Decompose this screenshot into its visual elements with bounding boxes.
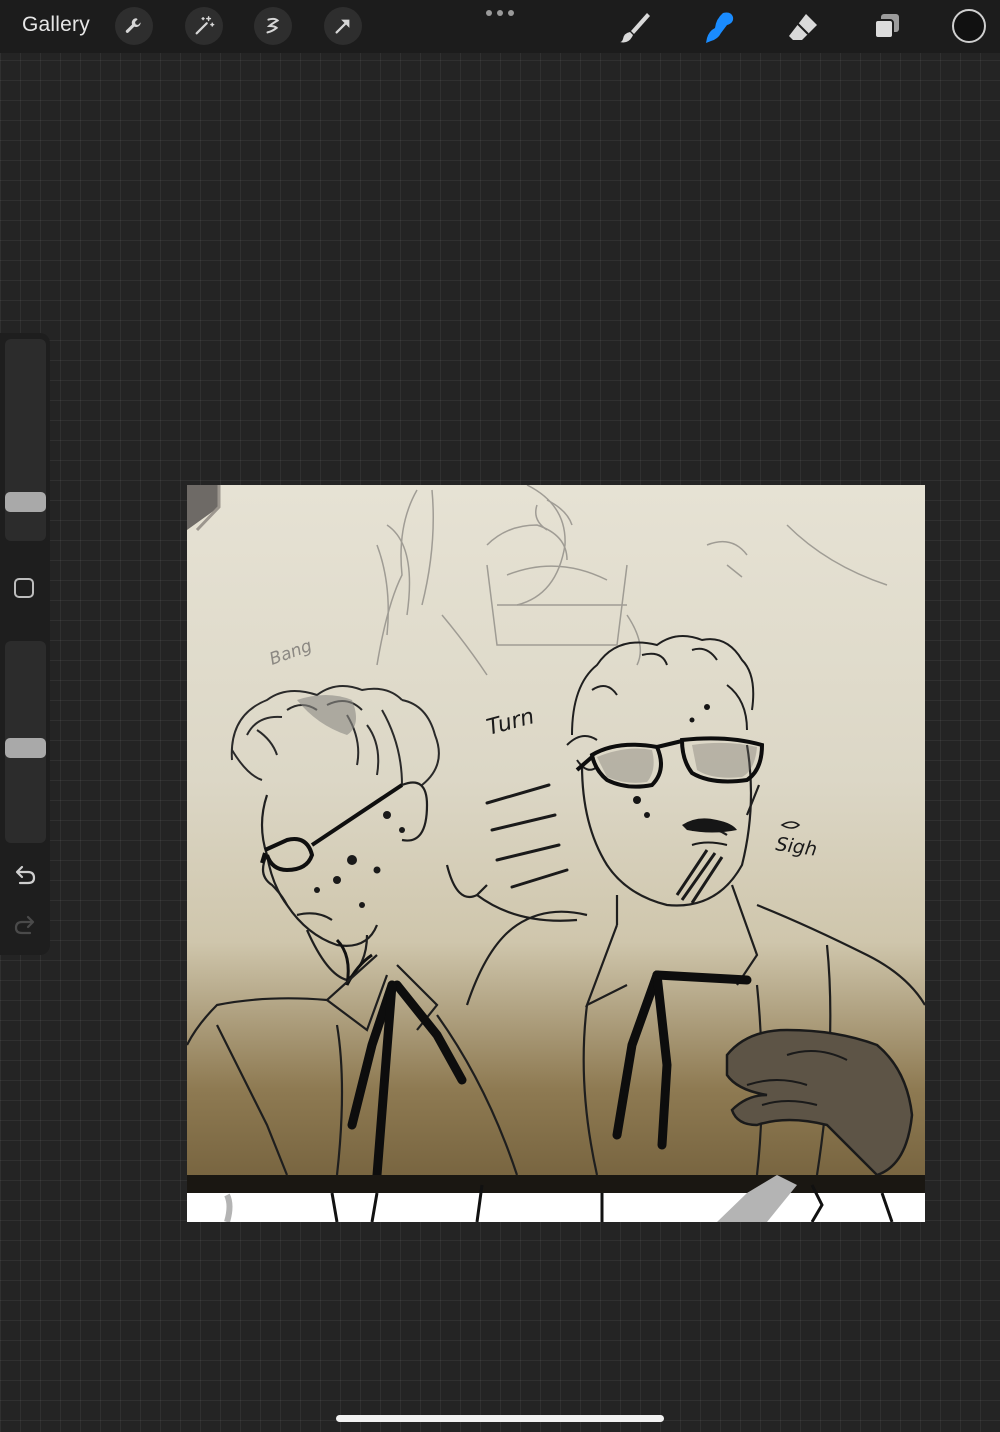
smudge-icon [706,12,734,43]
transform-button[interactable] [324,7,362,45]
layers-button[interactable] [867,8,907,46]
turn-label: Turn [484,704,537,741]
artwork: Turn Bang Sigh [187,485,925,1222]
bang-label: Bang [267,636,315,670]
layers-icon [874,14,899,39]
selection-icon [266,17,280,34]
selection-button[interactable] [254,7,292,45]
color-icon[interactable] [952,9,986,43]
home-indicator[interactable] [336,1415,664,1422]
undo-icon[interactable] [12,863,38,887]
brush-tool-button[interactable] [615,8,655,46]
brush-size-handle[interactable] [5,492,46,512]
modify-square-icon[interactable] [14,578,34,598]
opacity-handle[interactable] [5,738,46,758]
magic-wand-icon [195,16,215,35]
adjustments-button[interactable] [185,7,223,45]
wrench-icon [125,18,141,33]
actions-button[interactable] [115,7,153,45]
more-dots-icon[interactable] [486,5,514,21]
eraser-icon [789,14,817,40]
top-toolbar: Gallery [0,0,1000,53]
left-sidebar [0,333,50,955]
gallery-button[interactable]: Gallery [22,13,90,37]
redo-icon[interactable] [12,913,38,937]
sigh-label: Sigh [774,833,818,861]
drawing-canvas[interactable]: Turn Bang Sigh [187,485,925,1222]
smudge-tool-button[interactable] [699,8,739,46]
brush-icon [620,13,650,43]
eraser-tool-button[interactable] [783,8,823,46]
transform-arrow-icon [335,19,350,34]
